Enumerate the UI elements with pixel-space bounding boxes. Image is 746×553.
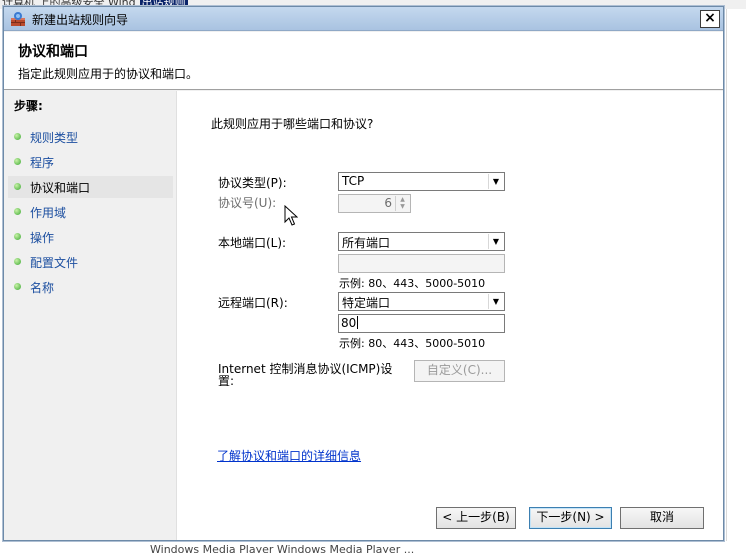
step-label: 协议和端口 [30,181,91,195]
protocol-type-label: 协议类型(P): [218,176,287,190]
step-label: 操作 [30,231,55,245]
remote-port-select[interactable]: 特定端口 ▼ [338,292,505,311]
step-label: 配置文件 [30,256,79,270]
protocol-type-select[interactable]: TCP ▼ [338,172,505,191]
background-list-row: Windows Media Player Windows Media Playe… [150,543,415,553]
remote-port-text: 80 [341,316,359,330]
local-port-example: 示例: 80、443、5000-5010 [339,277,486,290]
close-button[interactable]: × [700,10,720,28]
local-port-value: 所有端口 [342,236,391,250]
green-bullet-icon [14,283,21,290]
step-protocol-and-ports: 协议和端口 [8,176,173,198]
step-rule-type[interactable]: 规则类型 [8,126,173,148]
local-port-select[interactable]: 所有端口 ▼ [338,232,505,251]
page-subtitle: 指定此规则应用于的协议和端口。 [18,67,199,81]
window-title: 新建出站规则向导 [32,13,129,27]
step-label: 程序 [30,156,55,170]
protocol-number-value: 6 [384,196,392,210]
step-label: 规则类型 [30,131,79,145]
page-title: 协议和端口 [18,44,88,60]
step-label: 名称 [30,281,55,295]
remote-port-label: 远程端口(R): [218,296,288,310]
green-bullet-icon [14,133,21,140]
remote-port-text-value: 80 [341,316,357,330]
chevron-down-icon[interactable]: ▼ [488,174,503,189]
green-bullet-icon [14,258,21,265]
local-port-label: 本地端口(L): [218,236,287,250]
back-button[interactable]: < 上一步(B) [436,507,516,529]
learn-more-link[interactable]: 了解协议和端口的详细信息 [217,447,361,464]
customize-button[interactable]: 自定义(C)... [414,360,505,382]
local-port-input [338,254,505,273]
content-panel: 此规则应用于哪些端口和协议? 协议类型(P): TCP ▼ 协议号(U): 6 … [176,91,723,540]
protocol-number-label: 协议号(U): [218,196,277,210]
next-button[interactable]: 下一步(N) > [529,507,612,529]
remote-port-value: 特定端口 [342,296,391,310]
title-bar[interactable]: 新建出站规则向导 × [4,7,723,31]
firewall-wizard-icon [11,12,25,26]
background-window-bottom: Windows Media Player Windows Media Playe… [0,541,746,553]
step-scope[interactable]: 作用域 [8,201,173,223]
green-bullet-icon [14,183,21,190]
chevron-down-icon[interactable]: ▼ [488,234,503,249]
protocol-number-spinner: 6 ▲ ▼ [338,194,411,213]
green-bullet-icon [14,208,21,215]
cancel-button[interactable]: 取消 [620,507,704,529]
wizard-header: 协议和端口 指定此规则应用于的协议和端口。 [4,32,723,90]
protocol-type-value: TCP [342,174,365,188]
green-bullet-icon [14,233,21,240]
step-name[interactable]: 名称 [8,276,173,298]
chevron-down-icon[interactable]: ▼ [488,294,503,309]
remote-port-example: 示例: 80、443、5000-5010 [339,337,486,350]
spinner-arrows-icon: ▲ ▼ [395,196,409,211]
steps-label: 步骤: [14,99,43,113]
step-profile[interactable]: 配置文件 [8,251,173,273]
mouse-pointer-icon [284,205,298,226]
green-bullet-icon [14,158,21,165]
steps-panel: 步骤: 规则类型 程序 协议和端口 作用域 操作 配置文件 名称 [4,91,175,540]
new-outbound-rule-wizard: 新建出站规则向导 × 协议和端口 指定此规则应用于的协议和端口。 步骤: 规则类… [3,6,724,541]
step-program[interactable]: 程序 [8,151,173,173]
remote-port-input[interactable]: 80 [338,314,505,333]
question-text: 此规则应用于哪些端口和协议? [211,117,374,131]
step-label: 作用域 [30,206,67,220]
text-caret [357,316,359,329]
background-window-right-edge [726,9,746,553]
icmp-settings-label: Internet 控制消息协议(ICMP)设置: [218,362,393,388]
step-action[interactable]: 操作 [8,226,173,248]
